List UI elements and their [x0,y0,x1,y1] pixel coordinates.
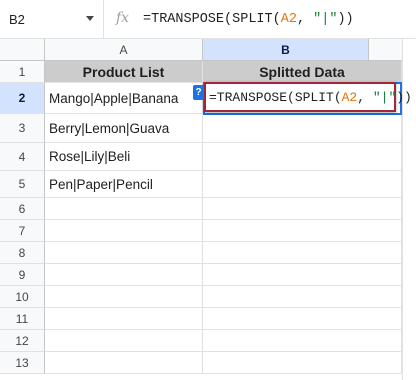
row-header-12[interactable]: 12 [0,330,45,352]
cell-b3[interactable] [203,114,402,143]
cell-formula-editor[interactable]: =TRANSPOSE(SPLIT(A2, "|")) [204,82,412,112]
cell-b12[interactable] [203,330,402,352]
editor-mid: , [357,89,373,105]
formula-bar: B2 fx =TRANSPOSE(SPLIT(A2, "|")) [0,0,416,39]
column-header-a[interactable]: A [45,39,203,61]
cell-b10[interactable] [203,286,402,308]
name-box-value: B2 [9,12,25,27]
cell-a5[interactable]: Pen|Paper|Pencil [45,171,203,198]
row-header-1[interactable]: 1 [0,61,45,83]
cell-a3[interactable]: Berry|Lemon|Guava [45,114,203,143]
row-header-8[interactable]: 8 [0,242,45,264]
name-box[interactable]: B2 [0,0,104,39]
cell-b6[interactable] [203,198,402,220]
cell-a11[interactable] [45,308,203,330]
cell-a9[interactable] [45,264,203,286]
select-all-corner[interactable] [0,39,45,61]
formula-string: "|" [313,12,338,27]
cell-a4[interactable]: Rose|Lily|Beli [45,143,203,171]
cell-a1[interactable]: Product List [45,61,203,83]
cell-a8[interactable] [45,242,203,264]
formula-input[interactable]: =TRANSPOSE(SPLIT(A2, "|")) [143,12,354,27]
editor-string: "|" [372,89,397,105]
editor-suffix: )) [396,89,412,105]
cell-a7[interactable] [45,220,203,242]
cell-a2[interactable]: Mango|Apple|Banana [45,83,203,114]
chevron-down-icon[interactable] [86,16,94,21]
cell-b9[interactable] [203,264,402,286]
row-header-3[interactable]: 3 [0,114,45,143]
cell-a12[interactable] [45,330,203,352]
formula-suffix: )) [337,12,354,27]
row-header-4[interactable]: 4 [0,143,45,171]
row-header-9[interactable]: 9 [0,264,45,286]
row-header-6[interactable]: 6 [0,198,45,220]
cell-b5[interactable] [203,171,402,198]
row-header-5[interactable]: 5 [0,171,45,198]
formula-mid: , [296,12,314,27]
cell-b13[interactable] [203,352,402,374]
cell-b11[interactable] [203,308,402,330]
formula-help-icon[interactable]: ? [193,85,204,100]
row-header-11[interactable]: 11 [0,308,45,330]
cell-b8[interactable] [203,242,402,264]
editor-ref: A2 [341,89,358,105]
row-header-2[interactable]: 2 [0,83,45,114]
cell-b1[interactable]: Splitted Data [203,61,402,83]
row-header-10[interactable]: 10 [0,286,45,308]
cell-a13[interactable] [45,352,203,374]
column-header-b[interactable]: B [203,39,369,61]
formula-ref: A2 [280,12,297,27]
function-icon: fx [116,10,130,26]
cell-a6[interactable] [45,198,203,220]
formula-prefix: =TRANSPOSE(SPLIT( [143,12,281,27]
cell-a10[interactable] [45,286,203,308]
row-header-7[interactable]: 7 [0,220,45,242]
editor-prefix: =TRANSPOSE(SPLIT( [209,89,342,105]
row-header-13[interactable]: 13 [0,352,45,374]
cell-b7[interactable] [203,220,402,242]
cell-b4[interactable] [203,143,402,171]
